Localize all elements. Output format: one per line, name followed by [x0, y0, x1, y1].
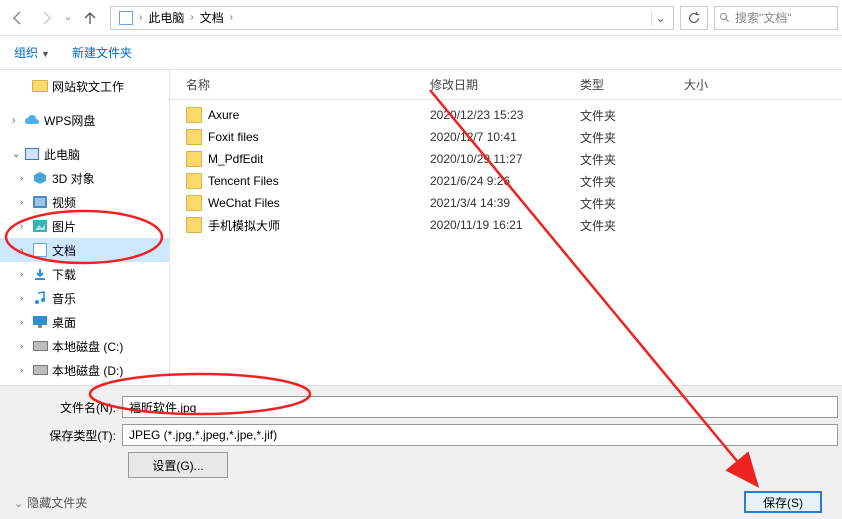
save-button[interactable]: 保存(S): [744, 491, 822, 513]
file-name: 手机模拟大师: [208, 217, 430, 234]
desktop-icon: [32, 314, 48, 330]
tree-item-wps[interactable]: ›WPS网盘: [0, 108, 169, 132]
folder-icon: [186, 195, 202, 211]
refresh-button[interactable]: [680, 6, 708, 30]
filetype-select[interactable]: JPEG (*.jpg,*.jpeg,*.jpe,*.jif): [122, 424, 838, 446]
search-placeholder: 搜索"文档": [735, 9, 792, 26]
file-row[interactable]: M_PdfEdit2020/10/29 11:27文件夹: [170, 148, 842, 170]
back-button[interactable]: [4, 4, 32, 32]
disk-icon: [32, 362, 48, 378]
settings-button[interactable]: 设置(G)...: [128, 452, 228, 478]
music-icon: [32, 290, 48, 306]
tree-item-documents[interactable]: ›文档: [0, 238, 169, 262]
file-row[interactable]: WeChat Files2021/3/4 14:39文件夹: [170, 192, 842, 214]
header-type[interactable]: 类型: [580, 76, 684, 93]
file-row[interactable]: 手机模拟大师2020/11/19 16:21文件夹: [170, 214, 842, 236]
search-input[interactable]: 搜索"文档": [714, 6, 838, 30]
chevron-down-icon: ▼: [41, 49, 50, 59]
breadcrumb-pc[interactable]: 此电脑: [144, 9, 188, 26]
file-name: M_PdfEdit: [208, 152, 430, 166]
file-date: 2021/6/24 9:26: [430, 174, 580, 188]
cloud-icon: [24, 112, 40, 128]
tree-item-pc[interactable]: ⌄此电脑: [0, 142, 169, 166]
tree-item-desktop[interactable]: ›桌面: [0, 310, 169, 334]
tree-item-video[interactable]: ›视频: [0, 190, 169, 214]
address-bar[interactable]: › 此电脑 › 文档 › ⌄: [110, 6, 674, 30]
chevron-right-icon: ›: [188, 12, 195, 23]
disk-icon: [32, 338, 48, 354]
tree-item-3dobjects[interactable]: ›3D 对象: [0, 166, 169, 190]
header-name[interactable]: 名称: [170, 76, 430, 93]
folder-icon: [186, 107, 202, 123]
file-date: 2021/3/4 14:39: [430, 196, 580, 210]
forward-button[interactable]: [32, 4, 60, 32]
filename-label: 文件名(N):: [0, 399, 122, 416]
file-type: 文件夹: [580, 129, 680, 146]
file-header: 名称 修改日期 类型 大小: [170, 70, 842, 100]
tree-item-music[interactable]: ›音乐: [0, 286, 169, 310]
navigation-tree: 网站软文工作 ›WPS网盘 ⌄此电脑 ›3D 对象 ›视频 ›图片 ›文档 ›下…: [0, 70, 170, 385]
up-button[interactable]: [76, 4, 104, 32]
tree-item-webwork[interactable]: 网站软文工作: [0, 74, 169, 98]
file-type: 文件夹: [580, 195, 680, 212]
file-row[interactable]: Foxit files2020/12/7 10:41文件夹: [170, 126, 842, 148]
chevron-right-icon: ›: [137, 12, 144, 23]
new-folder-button[interactable]: 新建文件夹: [72, 44, 132, 61]
address-dropdown[interactable]: ⌄: [651, 11, 669, 25]
file-date: 2020/12/7 10:41: [430, 130, 580, 144]
pc-icon: [24, 146, 40, 162]
doc-icon: [32, 242, 48, 258]
file-row[interactable]: Tencent Files2021/6/24 9:26文件夹: [170, 170, 842, 192]
filetype-label: 保存类型(T):: [0, 427, 122, 444]
tree-item-downloads[interactable]: ›下载: [0, 262, 169, 286]
file-date: 2020/12/23 15:23: [430, 108, 580, 122]
file-type: 文件夹: [580, 151, 680, 168]
tree-item-pictures[interactable]: ›图片: [0, 214, 169, 238]
chevron-right-icon: ›: [228, 12, 235, 23]
hide-folders-toggle[interactable]: 隐藏文件夹: [14, 494, 87, 511]
file-list: 名称 修改日期 类型 大小 Axure2020/12/23 15:23文件夹Fo…: [170, 70, 842, 385]
folder-icon: [186, 151, 202, 167]
filename-input[interactable]: 福昕软件.jpg: [122, 396, 838, 418]
doc-icon: [115, 11, 137, 25]
folder-icon: [186, 173, 202, 189]
file-date: 2020/10/29 11:27: [430, 152, 580, 166]
video-icon: [32, 194, 48, 210]
file-name: Foxit files: [208, 130, 430, 144]
file-type: 文件夹: [580, 217, 680, 234]
file-type: 文件夹: [580, 173, 680, 190]
body: 网站软文工作 ›WPS网盘 ⌄此电脑 ›3D 对象 ›视频 ›图片 ›文档 ›下…: [0, 70, 842, 385]
file-name: WeChat Files: [208, 196, 430, 210]
navigation-bar: ⌄ › 此电脑 › 文档 › ⌄ 搜索"文档": [0, 0, 842, 36]
file-date: 2020/11/19 16:21: [430, 218, 580, 232]
header-date[interactable]: 修改日期: [430, 76, 580, 93]
file-name: Tencent Files: [208, 174, 430, 188]
toolbar: 组织▼ 新建文件夹: [0, 36, 842, 70]
folder-icon: [32, 78, 48, 94]
tree-item-disk-d[interactable]: ›本地磁盘 (D:): [0, 358, 169, 382]
save-panel: 文件名(N): 福昕软件.jpg 保存类型(T): JPEG (*.jpg,*.…: [0, 385, 842, 519]
breadcrumb-docs[interactable]: 文档: [196, 9, 228, 26]
history-dropdown[interactable]: ⌄: [60, 12, 76, 23]
organize-menu[interactable]: 组织▼: [14, 44, 50, 61]
download-icon: [32, 266, 48, 282]
header-size[interactable]: 大小: [684, 76, 842, 93]
file-row[interactable]: Axure2020/12/23 15:23文件夹: [170, 104, 842, 126]
pictures-icon: [32, 218, 48, 234]
file-name: Axure: [208, 108, 430, 122]
folder-icon: [186, 217, 202, 233]
tree-item-disk-c[interactable]: ›本地磁盘 (C:): [0, 334, 169, 358]
3d-icon: [32, 170, 48, 186]
folder-icon: [186, 129, 202, 145]
file-type: 文件夹: [580, 107, 680, 124]
